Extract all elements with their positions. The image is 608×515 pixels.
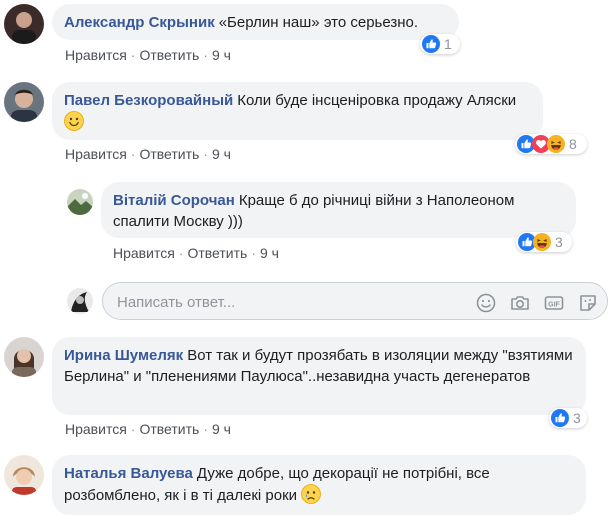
separator: ·	[178, 245, 184, 261]
reaction-count: 8	[569, 136, 577, 152]
like-button[interactable]: Нравится	[65, 146, 127, 162]
haha-icon	[533, 233, 551, 251]
comment-actions: Нравится · Ответить · 9 ч	[65, 146, 231, 162]
reaction-summary[interactable]: 1	[420, 34, 460, 54]
comment-author[interactable]: Павел Безкоровайный	[64, 92, 233, 109]
comment-bubble: Наталья Валуева Дуже добре, що декорації …	[52, 455, 586, 515]
separator: ·	[203, 421, 208, 437]
avatar[interactable]	[4, 4, 44, 44]
separator: ·	[130, 421, 136, 437]
crying-emoji	[301, 484, 321, 504]
timestamp[interactable]: 9 ч	[212, 421, 231, 437]
comment-text: «Берлин наш» это серьезно.	[218, 14, 419, 31]
like-button[interactable]: Нравится	[113, 245, 175, 261]
reaction-count: 3	[555, 234, 563, 250]
comment-bubble: Александр Скрыник «Берлин наш» это серьез…	[52, 4, 459, 40]
comment-bubble: Павел Безкоровайный Коли буде інсценіровк…	[52, 82, 543, 140]
comment-actions: Нравится · Ответить · 9 ч	[65, 421, 231, 437]
timestamp[interactable]: 9 ч	[260, 245, 279, 261]
gif-icon[interactable]: GIF	[543, 292, 565, 314]
like-button[interactable]: Нравится	[65, 47, 127, 63]
avatar[interactable]	[4, 455, 44, 495]
reply-button[interactable]: Ответить	[139, 146, 199, 162]
reply-bubble: Віталій Сорочан Краще б до річниці війни …	[101, 182, 576, 238]
separator: ·	[203, 146, 208, 162]
reply-actions: Нравится · Ответить · 9 ч	[113, 245, 279, 261]
avatar[interactable]	[4, 82, 44, 122]
avatar[interactable]	[4, 337, 44, 377]
comment-actions: Нравится · Ответить · 9 ч	[65, 47, 231, 63]
reply-input[interactable]	[115, 291, 449, 313]
reaction-count: 3	[573, 410, 581, 426]
reply-button[interactable]: Ответить	[187, 245, 247, 261]
reaction-count: 1	[444, 36, 452, 52]
camera-icon[interactable]	[509, 292, 531, 314]
current-user-avatar	[67, 288, 93, 314]
emoji-icon[interactable]	[475, 292, 497, 314]
separator: ·	[251, 245, 256, 261]
like-icon	[551, 409, 569, 427]
reply-input-box: GIF	[102, 282, 608, 320]
like-button[interactable]: Нравится	[65, 421, 127, 437]
sticker-icon[interactable]	[577, 292, 599, 314]
reaction-summary[interactable]: 3	[516, 232, 572, 252]
comment-author[interactable]: Александр Скрыник	[64, 14, 215, 31]
reaction-summary[interactable]: 8	[515, 134, 587, 154]
reply-button[interactable]: Ответить	[139, 47, 199, 63]
separator: ·	[130, 146, 136, 162]
smile-emoji	[64, 111, 84, 131]
reply-author[interactable]: Віталій Сорочан	[113, 192, 235, 209]
svg-text:GIF: GIF	[548, 302, 560, 309]
comment-author[interactable]: Наталья Валуева	[64, 465, 193, 482]
comment-bubble: Ирина Шумеляк Вот так и будут прозябать в…	[52, 337, 586, 415]
comment-text: Коли буде інсценіровка продажу Аляски	[237, 92, 517, 109]
reply-button[interactable]: Ответить	[139, 421, 199, 437]
reaction-summary[interactable]: 3	[549, 408, 587, 428]
like-icon	[422, 35, 440, 53]
separator: ·	[203, 47, 208, 63]
timestamp[interactable]: 9 ч	[212, 146, 231, 162]
avatar[interactable]	[67, 189, 93, 215]
timestamp[interactable]: 9 ч	[212, 47, 231, 63]
comment-author[interactable]: Ирина Шумеляк	[64, 347, 183, 364]
separator: ·	[130, 47, 136, 63]
haha-icon	[547, 135, 565, 153]
